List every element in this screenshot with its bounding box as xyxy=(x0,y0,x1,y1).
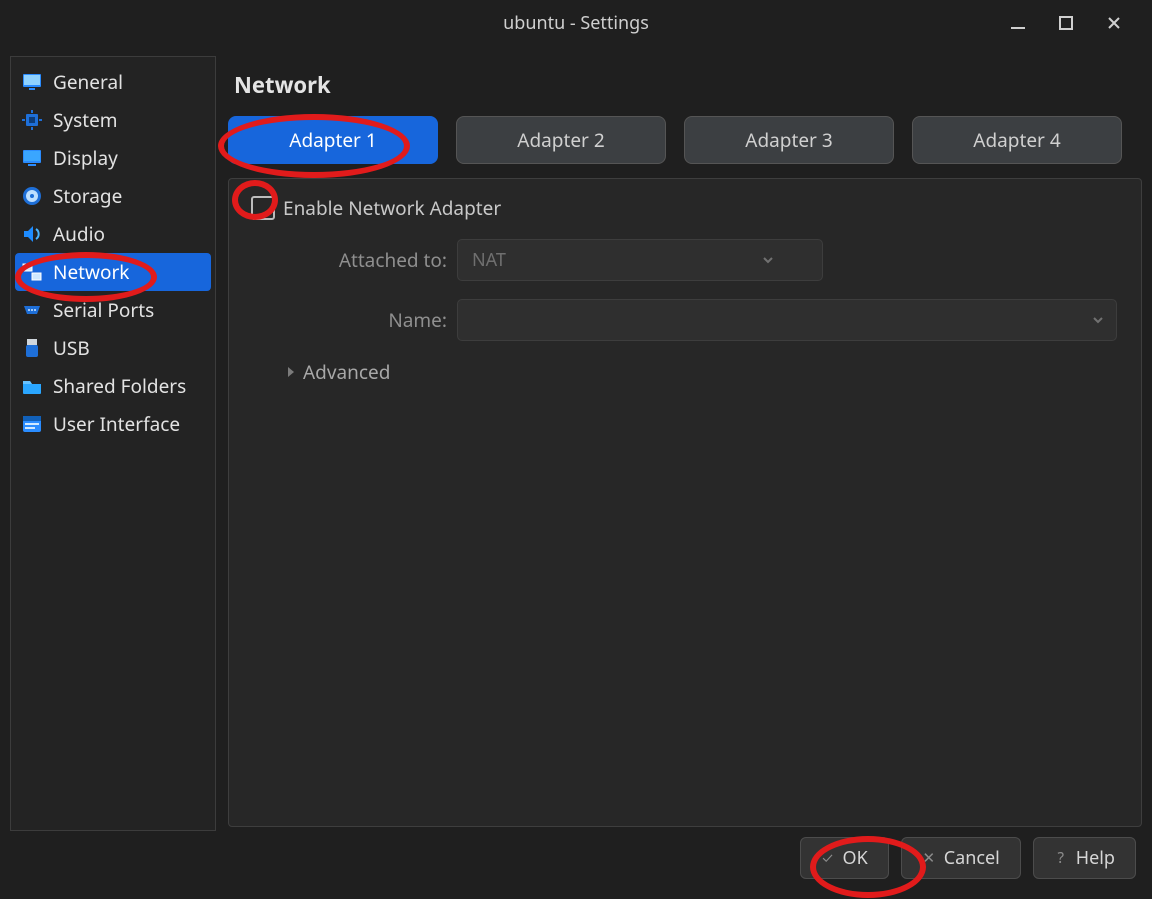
display-icon xyxy=(21,147,43,169)
sidebar-item-network[interactable]: Network xyxy=(15,253,211,291)
sidebar-item-label: Serial Ports xyxy=(53,297,154,323)
chip-icon xyxy=(21,109,43,131)
sidebar-item-usb[interactable]: USB xyxy=(11,329,215,367)
tab-adapter-4[interactable]: Adapter 4 xyxy=(912,116,1122,164)
sidebar-item-user-interface[interactable]: User Interface xyxy=(11,405,215,443)
serial-icon xyxy=(21,299,43,321)
cancel-label: Cancel xyxy=(944,846,1000,870)
advanced-label: Advanced xyxy=(303,359,390,385)
enable-network-checkbox[interactable] xyxy=(251,196,275,220)
ok-button[interactable]: ✓ OK xyxy=(800,837,889,879)
minimize-button[interactable] xyxy=(1008,13,1028,33)
adapter-tabs: Adapter 1 Adapter 2 Adapter 3 Adapter 4 xyxy=(228,116,1142,164)
adapter-1-pane: Enable Network Adapter Attached to: NAT xyxy=(228,178,1142,827)
page-title: Network xyxy=(228,56,1142,116)
sidebar-item-label: Audio xyxy=(53,221,105,247)
advanced-toggle[interactable]: Advanced xyxy=(237,359,1125,385)
chevron-down-icon xyxy=(1091,313,1105,327)
tab-adapter-3[interactable]: Adapter 3 xyxy=(684,116,894,164)
sidebar-item-label: Network xyxy=(53,259,129,285)
window-title: ubuntu - Settings xyxy=(503,11,649,35)
sidebar-item-label: User Interface xyxy=(53,411,180,437)
close-button[interactable] xyxy=(1104,13,1124,33)
enable-network-label: Enable Network Adapter xyxy=(283,195,501,221)
ok-label: OK xyxy=(843,846,868,870)
attached-to-label: Attached to: xyxy=(237,247,447,273)
attached-to-value: NAT xyxy=(472,248,506,272)
sidebar-item-label: System xyxy=(53,107,118,133)
help-icon: ? xyxy=(1054,848,1068,868)
chevron-down-icon xyxy=(761,253,775,267)
sidebar-item-audio[interactable]: Audio xyxy=(11,215,215,253)
sidebar-item-storage[interactable]: Storage xyxy=(11,177,215,215)
sidebar-item-label: Display xyxy=(53,145,118,171)
help-label: Help xyxy=(1076,846,1115,870)
name-select[interactable] xyxy=(457,299,1117,341)
check-icon: ✓ xyxy=(821,848,835,868)
disk-icon xyxy=(21,185,43,207)
cancel-button[interactable]: ✕ Cancel xyxy=(901,837,1021,879)
sidebar-item-display[interactable]: Display xyxy=(11,139,215,177)
sidebar-item-label: Storage xyxy=(53,183,122,209)
maximize-button[interactable] xyxy=(1056,13,1076,33)
tab-adapter-2[interactable]: Adapter 2 xyxy=(456,116,666,164)
cancel-icon: ✕ xyxy=(922,848,936,868)
dialog-footer: ✓ OK ✕ Cancel ? Help xyxy=(0,827,1152,899)
monitor-icon xyxy=(21,71,43,93)
ui-icon xyxy=(21,413,43,435)
sidebar-item-system[interactable]: System xyxy=(11,101,215,139)
sidebar-item-serial-ports[interactable]: Serial Ports xyxy=(11,291,215,329)
tab-adapter-1[interactable]: Adapter 1 xyxy=(228,116,438,164)
main-panel: Network Adapter 1 Adapter 2 Adapter 3 Ad… xyxy=(228,56,1142,827)
window-controls xyxy=(1008,0,1152,46)
audio-icon xyxy=(21,223,43,245)
sidebar-item-label: Shared Folders xyxy=(53,373,186,399)
sidebar-item-general[interactable]: General xyxy=(11,63,215,101)
name-label: Name: xyxy=(237,307,447,333)
sidebar-item-label: General xyxy=(53,69,123,95)
sidebar-item-label: USB xyxy=(53,335,90,361)
sidebar-item-shared-folders[interactable]: Shared Folders xyxy=(11,367,215,405)
help-button[interactable]: ? Help xyxy=(1033,837,1136,879)
attached-to-select[interactable]: NAT xyxy=(457,239,823,281)
chevron-right-icon xyxy=(285,366,297,378)
sidebar: General System Display Storage xyxy=(10,56,216,831)
folder-icon xyxy=(21,375,43,397)
usb-icon xyxy=(21,337,43,359)
network-icon xyxy=(21,261,43,283)
titlebar: ubuntu - Settings xyxy=(0,0,1152,46)
